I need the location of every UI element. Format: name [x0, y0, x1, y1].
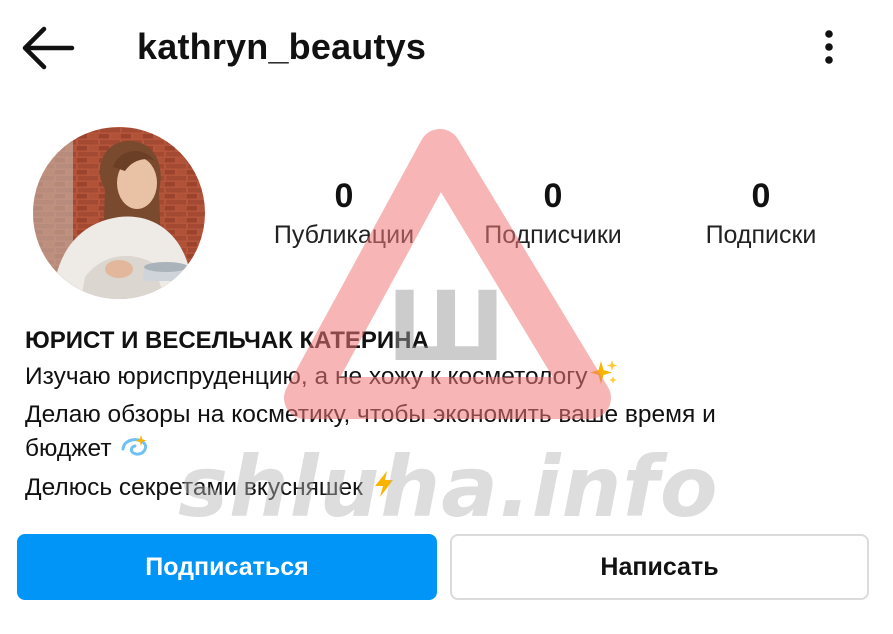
- bio-line-text: Делаю обзоры на косметику, чтобы экономи…: [25, 400, 716, 428]
- stat-followers-label: Подписчики: [484, 221, 622, 249]
- profile-username: kathryn_beautys: [137, 26, 427, 67]
- bio-line: Делюсь секретами вкусняшек: [25, 470, 875, 509]
- arrow-left-icon: [22, 26, 75, 70]
- sparkles-icon: [589, 359, 619, 398]
- bio-display-name: ЮРИСТ И ВЕСЕЛЬЧАК КАТЕРИНА: [25, 327, 429, 354]
- stat-followers-value: 0: [543, 177, 563, 215]
- more-options-button[interactable]: [812, 26, 846, 70]
- stat-posts-value: 0: [334, 177, 354, 215]
- bio-line-text: Делюсь секретами вкусняшек: [25, 473, 363, 501]
- stat-following[interactable]: 0 Подписки: [666, 174, 856, 252]
- bio-line: Изучаю юриспруденцию, а не хожу к космет…: [25, 359, 875, 398]
- more-vertical-icon: [825, 30, 833, 64]
- profile-bio: ЮРИСТ И ВЕСЕЛЬЧАК КАТЕРИНА Изучаю юриспр…: [25, 322, 875, 508]
- stat-followers[interactable]: 0 Подписчики: [458, 174, 648, 252]
- stat-following-label: Подписки: [705, 221, 817, 249]
- profile-stats: 0 Публикации 0 Подписчики 0 Подписки: [0, 174, 893, 264]
- dizzy-icon: [120, 433, 150, 470]
- bio-line-text: бюджет: [25, 435, 112, 462]
- stat-posts[interactable]: 0 Публикации: [249, 174, 439, 252]
- bio-line: Делаю обзоры на косметику, чтобы экономи…: [25, 398, 875, 433]
- lightning-icon: [372, 470, 396, 509]
- bio-line-text: Изучаю юриспруденцию, а не хожу к космет…: [25, 363, 588, 390]
- stat-following-value: 0: [751, 177, 771, 215]
- stat-posts-label: Публикации: [273, 221, 415, 249]
- follow-button[interactable]: Подписаться: [17, 534, 437, 600]
- message-button[interactable]: Написать: [450, 534, 869, 600]
- bio-line: бюджет: [25, 432, 875, 470]
- profile-header: kathryn_beautys: [0, 0, 893, 96]
- back-button[interactable]: [22, 26, 76, 70]
